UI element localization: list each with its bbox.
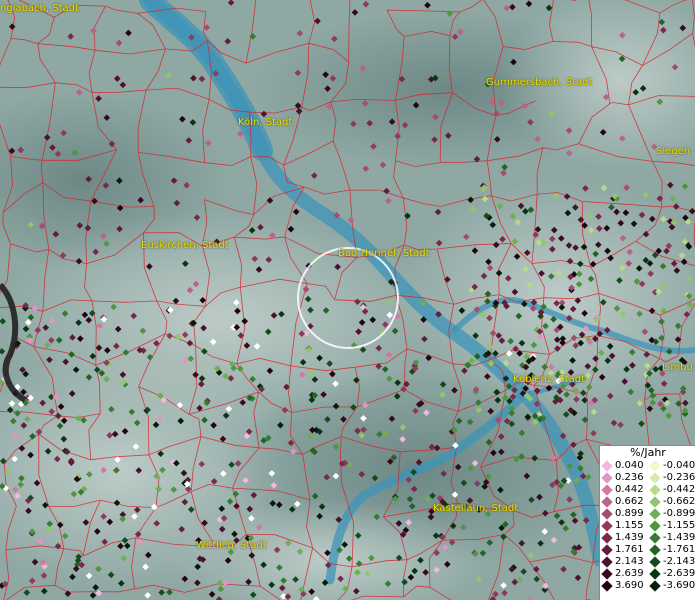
legend-value: -0.442 (663, 484, 695, 495)
legend-row: 2.639 -2.639 (600, 568, 695, 580)
legend-entry-negative: -0.442 (648, 484, 695, 496)
city-label-wittlich: Wittlich, Stadt (196, 540, 267, 551)
legend-value: -1.155 (663, 520, 695, 531)
legend-swatch (649, 520, 661, 532)
legend-row: 0.040 -0.040 (600, 460, 695, 472)
legend-swatch (649, 508, 661, 520)
legend-swatch (601, 556, 613, 568)
legend-row: 0.662 -0.662 (600, 496, 695, 508)
legend-value: -0.662 (663, 496, 695, 507)
legend-entry-positive: 3.690 (600, 580, 648, 592)
legend-value: 3.690 (615, 580, 644, 591)
legend-value: 1.155 (615, 520, 644, 531)
legend-row: 0.899 -0.899 (600, 508, 695, 520)
legend-entry-negative: -0.236 (648, 472, 695, 484)
legend-row: 0.236 -0.236 (600, 472, 695, 484)
legend-entry-positive: 0.899 (600, 508, 648, 520)
city-label-limburg: Limbu (662, 362, 693, 373)
legend-value: -2.143 (663, 556, 695, 567)
legend-value: -0.040 (663, 460, 695, 471)
legend-swatch (649, 532, 661, 544)
legend-value: -0.899 (663, 508, 695, 519)
legend-swatch (649, 580, 661, 592)
legend-entry-positive: 1.439 (600, 532, 648, 544)
legend-swatch (601, 520, 613, 532)
legend-entry-positive: 0.236 (600, 472, 648, 484)
legend-entry-positive: 2.639 (600, 568, 648, 580)
legend-entry-positive: 0.662 (600, 496, 648, 508)
legend-entry-negative: -0.040 (648, 460, 695, 472)
legend-swatch (649, 568, 661, 580)
legend-row: 1.761 -1.761 (600, 544, 695, 556)
legend-value: 0.899 (615, 508, 644, 519)
legend-swatch (601, 544, 613, 556)
legend-value: 1.439 (615, 532, 644, 543)
legend-swatch (601, 472, 613, 484)
legend-swatch (649, 460, 661, 472)
legend-value: -0.236 (663, 472, 695, 483)
legend-value: 0.662 (615, 496, 644, 507)
city-label-monchengladbach: nglabach, Stadt (0, 3, 79, 14)
map-canvas (0, 0, 695, 600)
legend-swatch (649, 484, 661, 496)
legend-entry-negative: -1.439 (648, 532, 695, 544)
legend-swatch (601, 460, 613, 472)
legend-value: 0.040 (615, 460, 644, 471)
legend-swatch (601, 496, 613, 508)
legend-row: 2.143 -2.143 (600, 556, 695, 568)
legend-value: 0.442 (615, 484, 644, 495)
city-label-koblenz: Koblenz, Stadt (513, 374, 586, 385)
legend-row: 1.439 -1.439 (600, 532, 695, 544)
legend-entry-positive: 1.761 (600, 544, 648, 556)
legend-swatch (601, 484, 613, 496)
legend-entry-positive: 2.143 (600, 556, 648, 568)
legend-value: -3.690 (663, 580, 695, 591)
legend-swatch (649, 472, 661, 484)
legend-swatch (649, 496, 661, 508)
legend-value: -2.639 (663, 568, 695, 579)
legend-swatch (601, 508, 613, 520)
legend-row: 1.155 -1.155 (600, 520, 695, 532)
legend-value: 1.761 (615, 544, 644, 555)
legend-title: %/Jahr (630, 446, 666, 459)
legend-entry-negative: -3.690 (648, 580, 695, 592)
legend-row: 0.442 -0.442 (600, 484, 695, 496)
legend-row: 3.690 -3.690 (600, 580, 695, 592)
city-label-bad-honnef: Bad Honnef, Stadt (338, 248, 430, 259)
legend-swatch (601, 580, 613, 592)
legend-entry-negative: -2.639 (648, 568, 695, 580)
map-view[interactable]: nglabach, Stadt Gummersbach, Stadt Köln,… (0, 0, 695, 600)
legend-entry-negative: -0.899 (648, 508, 695, 520)
city-label-siegen: Siegen (656, 146, 691, 157)
legend-swatch (601, 568, 613, 580)
legend-entry-negative: -1.761 (648, 544, 695, 556)
city-label-kastellaun: Kastellaun, Stadt (433, 503, 519, 514)
legend-value: -1.761 (663, 544, 695, 555)
legend-entry-positive: 0.442 (600, 484, 648, 496)
legend: %/Jahr 0.040 -0.040 0.236 -0.236 0.442 -0.442… (599, 445, 695, 600)
city-label-gummersbach: Gummersbach, Stadt (486, 77, 593, 88)
legend-value: -1.439 (663, 532, 695, 543)
legend-entry-positive: 1.155 (600, 520, 648, 532)
city-label-euskirchen: Euskirchen, Stadt (141, 240, 229, 251)
legend-value: 2.639 (615, 568, 644, 579)
legend-value: 0.236 (615, 472, 644, 483)
legend-entry-negative: -0.662 (648, 496, 695, 508)
legend-entry-negative: -2.143 (648, 556, 695, 568)
city-label-koln: Köln, Stadt (238, 117, 293, 128)
legend-entry-negative: -1.155 (648, 520, 695, 532)
legend-value: 2.143 (615, 556, 644, 567)
legend-swatch (601, 532, 613, 544)
legend-rows: 0.040 -0.040 0.236 -0.236 0.442 -0.442 0.662 -0… (600, 460, 695, 592)
legend-swatch (649, 544, 661, 556)
legend-swatch (649, 556, 661, 568)
legend-entry-positive: 0.040 (600, 460, 648, 472)
